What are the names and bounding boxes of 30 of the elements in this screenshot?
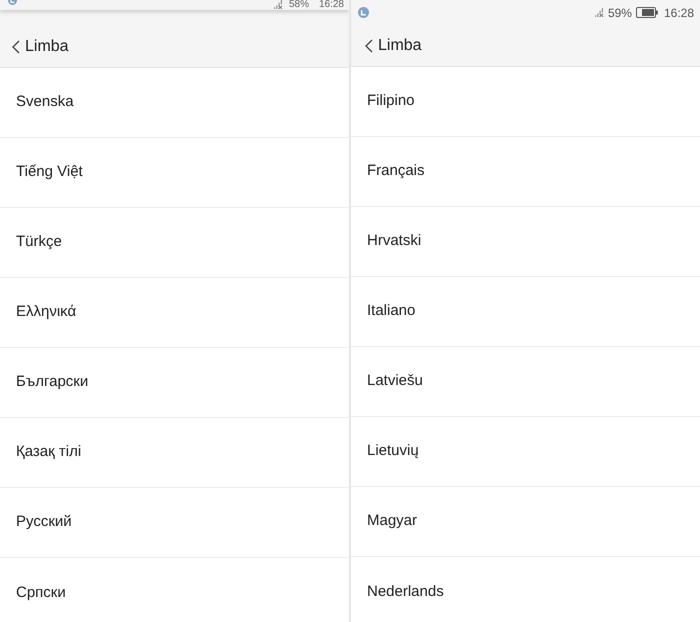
language-item[interactable]: Ελληνικά <box>0 278 349 348</box>
battery-percentage: 58% <box>288 0 309 10</box>
language-item[interactable]: Svenska <box>0 68 349 138</box>
back-button[interactable]: Limba <box>12 34 69 58</box>
header-title: Limba <box>378 36 422 56</box>
language-item[interactable]: Italiano <box>351 277 700 347</box>
header-title: Limba <box>25 36 69 56</box>
battery-percentage: 59% <box>608 6 632 18</box>
language-item[interactable]: Български <box>0 348 349 418</box>
signal-icon <box>274 0 283 9</box>
language-item[interactable]: Filipino <box>351 67 700 137</box>
back-button[interactable]: Limba <box>365 34 422 58</box>
language-item[interactable]: Қазақ тілі <box>0 418 349 488</box>
signal-icon <box>594 8 604 17</box>
language-item[interactable]: Русский <box>0 488 349 558</box>
language-item[interactable]: Tiếng Việt <box>0 138 349 208</box>
language-item[interactable]: Latviešu <box>351 347 700 417</box>
language-item[interactable]: Français <box>351 137 700 207</box>
language-item[interactable]: Lietuvių <box>351 417 700 487</box>
battery-icon <box>636 7 658 18</box>
language-item[interactable]: Српски <box>0 558 349 622</box>
back-icon <box>12 40 20 54</box>
language-item[interactable]: Magyar <box>351 487 700 557</box>
status-time: 16:28 <box>318 0 344 10</box>
language-item[interactable]: Hrvatski <box>351 207 700 277</box>
notification-icon <box>358 7 369 18</box>
status-time: 16:28 <box>664 6 694 18</box>
language-item[interactable]: Türkçe <box>0 208 349 278</box>
language-item[interactable]: Nederlands <box>351 557 700 622</box>
back-icon <box>365 38 373 52</box>
